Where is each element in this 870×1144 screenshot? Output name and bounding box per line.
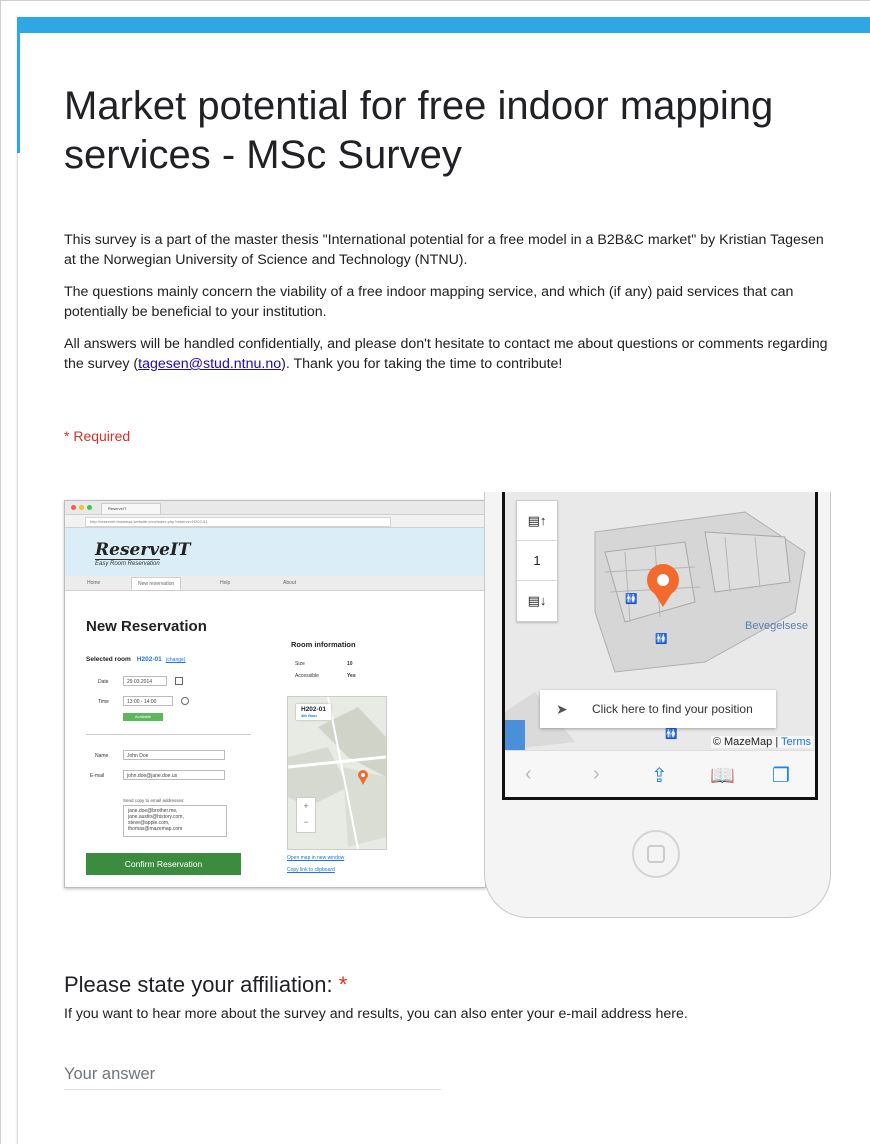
form-divider: [86, 734, 251, 735]
question-title-text: Please state your affiliation:: [64, 972, 333, 997]
contact-email-link[interactable]: tagesen@stud.ntnu.no: [138, 356, 281, 372]
required-star: *: [338, 972, 348, 997]
safari-toolbar: ‹ › ⇪ 📖 ❐: [505, 750, 815, 797]
open-map-link: Open map in new window: [287, 855, 345, 861]
map-zoom-control: + −: [296, 797, 316, 833]
back-icon[interactable]: ‹: [525, 763, 532, 786]
reserveit-header: ReserveIT Easy Room Reservation: [65, 528, 485, 576]
forward-icon[interactable]: ›: [593, 763, 600, 786]
indoor-map: 🚻 🚻 🚻 ▤↑ 1 ▤↓ Bevegelsese ➤ Click here t…: [505, 492, 815, 750]
room-mini-map: H202-01 4th floor + −: [287, 696, 387, 850]
nav-home: Home: [87, 580, 101, 586]
share-icon[interactable]: ⇪: [651, 763, 668, 788]
close-dot-icon: [71, 505, 76, 510]
maximize-dot-icon: [87, 505, 92, 510]
clock-icon: [181, 697, 189, 705]
map-room: H202-01: [301, 706, 326, 713]
description-text: ). Thank you for taking the time to cont…: [281, 356, 563, 372]
svg-text:🚻: 🚻: [665, 727, 677, 740]
new-reservation-heading: New Reservation: [86, 618, 207, 635]
phone-mockup: 🚻 🚻 🚻 ▤↑ 1 ▤↓ Bevegelsese ➤ Click here t…: [484, 492, 831, 918]
copy-link: Copy link to clipboard: [287, 867, 335, 873]
page-border-top: [0, 0, 870, 1]
find-position-button[interactable]: ➤ Click here to find your position: [540, 690, 776, 728]
find-position-label: Click here to find your position: [592, 702, 753, 716]
form-title: Market potential for free indoor mapping…: [64, 84, 774, 177]
selected-room-label: Selected room: [86, 656, 131, 663]
accessible-value: Yes: [347, 673, 356, 679]
map-place-label: Bevegelsese: [745, 620, 808, 632]
question-help: If you want to hear more about the surve…: [64, 1006, 688, 1022]
reserveit-tagline: Easy Room Reservation: [95, 559, 160, 567]
attribution-text: © MazeMap |: [712, 736, 782, 748]
required-note: * Required: [64, 428, 131, 444]
map-attribution: © MazeMap | Terms: [710, 736, 813, 748]
home-square-icon: [647, 845, 665, 863]
browser-urlbar: http://reserveit.business-website.com/in…: [65, 515, 485, 528]
nav-new-reservation: New reservation: [131, 577, 182, 590]
page-border-left: [0, 0, 1, 1144]
reserveit-nav: Home New reservation Help About: [65, 576, 485, 591]
header-illustration: ReserveIT http://reserveit.business-webs…: [64, 492, 831, 918]
time-field: 13:00 - 14:00: [123, 696, 173, 706]
calendar-icon: [175, 677, 183, 685]
floor-down-button[interactable]: ▤↓: [517, 581, 557, 621]
time-label: Time: [98, 699, 109, 705]
date-field: 29.03.2014: [123, 676, 167, 686]
description-paragraph: All answers will be handled confidential…: [64, 334, 834, 374]
form-description: This survey is a part of the master thes…: [64, 230, 834, 386]
accessible-label: Accessible: [295, 673, 319, 679]
email-field: john.doe@jane.doe.us: [123, 770, 225, 780]
selected-room: Selected room H202-01 (change): [86, 656, 185, 663]
browser-tab: ReserveIT: [101, 503, 161, 514]
bookmarks-icon[interactable]: 📖: [710, 763, 735, 788]
nav-help: Help: [220, 580, 231, 586]
svg-text:🚻: 🚻: [655, 632, 667, 645]
email-label: E-mail: [90, 773, 105, 779]
size-label: Size: [295, 661, 305, 667]
form-left-accent: [17, 33, 20, 153]
question-title: Please state your affiliation: *: [64, 972, 347, 998]
change-link: (change): [165, 657, 186, 663]
browser-url: http://reserveit.business-website.com/in…: [85, 517, 391, 527]
tabs-icon[interactable]: ❐: [772, 763, 790, 788]
size-value: 10: [347, 661, 353, 667]
date-label: Date: [98, 679, 109, 685]
description-paragraph: This survey is a part of the master thes…: [64, 232, 824, 268]
browser-titlebar: ReserveIT: [65, 501, 485, 515]
available-badge: Available: [123, 713, 163, 721]
floor-up-button[interactable]: ▤↑: [517, 501, 557, 541]
room-info-title: Room information: [291, 640, 356, 649]
name-field: John Doe: [123, 750, 225, 760]
map-floor: 4th floor: [301, 713, 317, 718]
location-arrow-icon: ➤: [556, 701, 568, 717]
selected-room-value: H202-01: [136, 656, 162, 663]
affiliation-answer-input[interactable]: [64, 1060, 441, 1090]
phone-screen: 🚻 🚻 🚻 ▤↑ 1 ▤↓ Bevegelsese ➤ Click here t…: [502, 492, 818, 800]
form-header-accent: [17, 17, 870, 33]
description-paragraph: The questions mainly concern the viabili…: [64, 284, 794, 320]
nav-about: About: [283, 580, 297, 586]
reserveit-logo: ReserveIT: [95, 540, 191, 560]
copy-label: Send copy to email addresses:: [123, 798, 185, 803]
copy-emails-box: jane.doe@brother.me, jane.austin@history…: [123, 805, 227, 837]
browser-mockup: ReserveIT http://reserveit.business-webs…: [64, 500, 486, 888]
name-label: Name: [95, 753, 109, 759]
map-room-label: H202-01 4th floor: [296, 704, 331, 720]
floor-control[interactable]: ▤↑ 1 ▤↓: [516, 500, 558, 622]
confirm-reservation-button: Confirm Reservation: [86, 853, 241, 875]
floor-level: 1: [517, 541, 557, 581]
terms-link[interactable]: Terms: [781, 736, 811, 748]
home-button: [632, 830, 680, 878]
svg-text:🚻: 🚻: [625, 592, 637, 605]
minimize-dot-icon: [79, 505, 84, 510]
